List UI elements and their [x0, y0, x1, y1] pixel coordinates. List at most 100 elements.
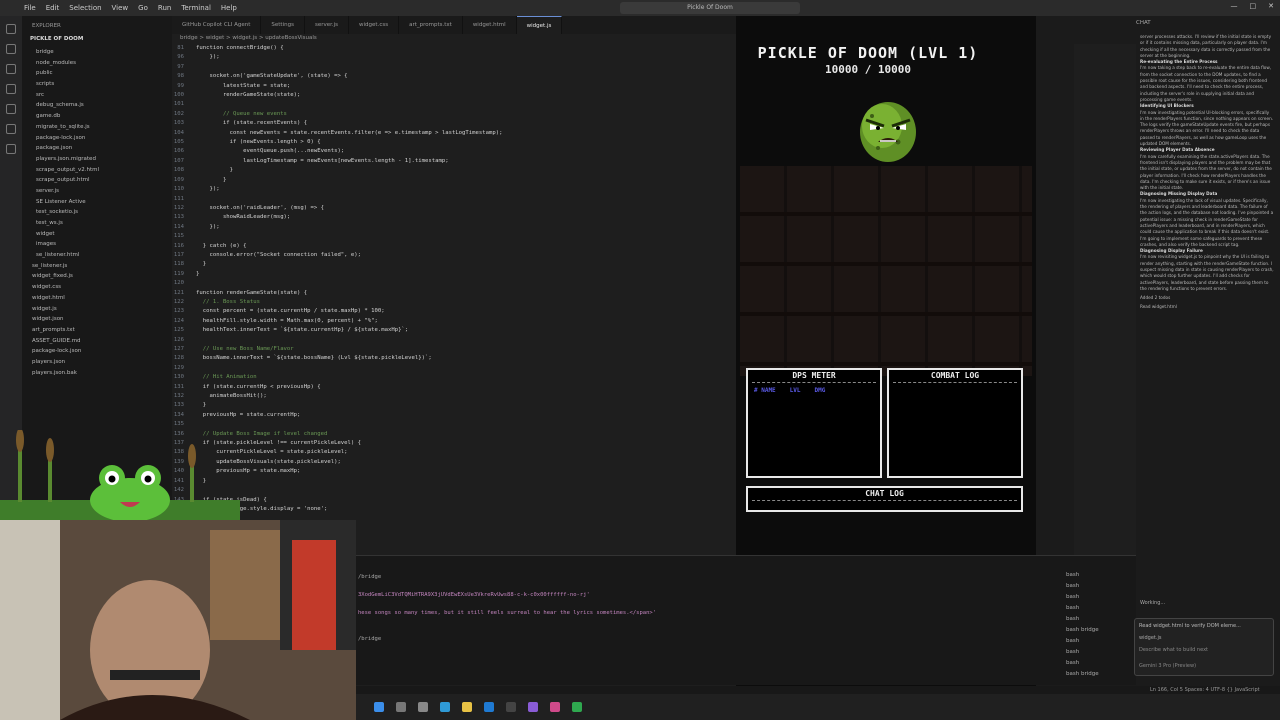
file-tree-item[interactable]: node_modules — [22, 58, 172, 69]
editor-tab[interactable]: Settings — [261, 16, 305, 34]
file-tree-item[interactable]: scrape_output_v2.html — [22, 165, 172, 176]
terminal-session[interactable]: bash — [1066, 570, 1136, 581]
file-tree-item[interactable]: src — [22, 90, 172, 101]
code-text: healthFill.style.width = Math.max(0, per… — [196, 317, 378, 324]
menu-view[interactable]: View — [112, 4, 129, 12]
menu-file[interactable]: File — [24, 4, 36, 12]
model-picker[interactable]: Gemini 3 Pro (Preview) — [1139, 663, 1269, 669]
file-tree-item[interactable]: package-lock.json — [22, 346, 172, 357]
explorer-icon[interactable] — [6, 24, 16, 34]
code-line: 131 if (state.currentHp < previousHp) { — [172, 383, 736, 392]
file-tree-item[interactable]: widget.css — [22, 282, 172, 293]
terminal-session[interactable]: bash — [1066, 658, 1136, 669]
app-icon[interactable] — [528, 702, 538, 712]
file-tree-item[interactable]: test_ws.js — [22, 218, 172, 229]
file-tree-item[interactable]: se_listener.html — [22, 250, 172, 261]
browser-icon[interactable] — [440, 702, 450, 712]
file-tree-item[interactable]: art_prompts.txt — [22, 325, 172, 336]
editor-tab[interactable]: widget.css — [349, 16, 400, 34]
run-debug-icon[interactable] — [6, 84, 16, 94]
menu-edit[interactable]: Edit — [46, 4, 60, 12]
maximize-icon[interactable]: □ — [1250, 2, 1257, 10]
terminal-icon[interactable] — [506, 702, 516, 712]
file-tree-item[interactable]: bridge — [22, 47, 172, 58]
terminal-session[interactable]: bash — [1066, 581, 1136, 592]
terminal-session[interactable]: bash — [1066, 603, 1136, 614]
attached-file[interactable]: widget.js — [1139, 635, 1269, 641]
editor-tab[interactable]: widget.js — [516, 16, 563, 34]
start-icon[interactable] — [374, 702, 384, 712]
file-tree-item[interactable]: widget.json — [22, 314, 172, 325]
terminal-session[interactable]: bash — [1066, 647, 1136, 658]
file-tree-item[interactable]: widget.js — [22, 304, 172, 315]
task-view-icon[interactable] — [418, 702, 428, 712]
terminal-session[interactable]: bash — [1066, 592, 1136, 603]
file-tree-item[interactable]: ASSET_GUIDE.md — [22, 336, 172, 347]
terminal-session[interactable]: bash bridge — [1066, 625, 1136, 636]
file-tree-item[interactable]: players.json.bak — [22, 368, 172, 379]
terminal-session[interactable]: bash — [1066, 636, 1136, 647]
line-number: 120 — [173, 280, 184, 287]
chrome-icon[interactable] — [462, 702, 472, 712]
line-number: 108 — [173, 167, 184, 174]
menu-terminal[interactable]: Terminal — [181, 4, 211, 12]
file-tree-item[interactable]: SE Listener Active — [22, 197, 172, 208]
app-icon[interactable] — [550, 702, 560, 712]
close-icon[interactable]: ✕ — [1268, 2, 1274, 10]
file-tree-item[interactable]: players.json.migrated — [22, 154, 172, 165]
editor-tab[interactable]: art_prompts.txt — [399, 16, 463, 34]
editor-tab[interactable]: GitHub Copilot CLI Agent — [172, 16, 262, 34]
extensions-icon[interactable] — [6, 104, 16, 114]
menu-help[interactable]: Help — [221, 4, 237, 12]
menu-go[interactable]: Go — [138, 4, 148, 12]
chat-input[interactable]: Describe what to build next — [1139, 647, 1269, 653]
source-control-icon[interactable] — [6, 64, 16, 74]
ai-step[interactable]: Added 2 todos — [1140, 295, 1274, 301]
search-icon[interactable] — [396, 702, 406, 712]
dps-columns: # NAME LVL DMG — [754, 387, 874, 394]
file-tree-item[interactable]: widget_fixed.js — [22, 271, 172, 282]
vscode-icon[interactable] — [484, 702, 494, 712]
terminal-panel[interactable]: /bridge 3XodGemLiC3VdTQMiHTRA9X3jUVdEwEX… — [356, 555, 1136, 685]
project-folder[interactable]: PICKLE OF DOOM — [22, 36, 172, 47]
chat-input-box[interactable]: Read widget.html to verify DOM eleme... … — [1134, 618, 1274, 676]
code-line: 125 healthText.innerText = `${state.curr… — [172, 326, 736, 335]
ai-step[interactable]: Read widget.html — [1140, 304, 1274, 310]
app-icon[interactable] — [572, 702, 582, 712]
file-tree-item[interactable]: game.db — [22, 111, 172, 122]
search-icon[interactable] — [6, 44, 16, 54]
file-tree-item[interactable]: debug_schema.js — [22, 100, 172, 111]
minimap[interactable] — [1074, 44, 1136, 564]
file-tree-item[interactable]: migrate_to_sqlite.js — [22, 122, 172, 133]
command-center-search[interactable]: Pickle Of Doom — [620, 2, 800, 14]
code-line: 121 function renderGameState(state) { — [172, 289, 736, 298]
file-tree-item[interactable]: server.js — [22, 186, 172, 197]
menu-selection[interactable]: Selection — [69, 4, 101, 12]
line-number: 105 — [173, 139, 184, 146]
code-editor[interactable]: 81 function connectBridge() {96 }); 97 98 s… — [172, 44, 736, 554]
terminal-line: 3XodGemLiC3VdTQMiHTRA9X3jUVdEwEXsUe3Vkre… — [358, 592, 590, 598]
terminal-session[interactable]: bash bridge — [1066, 669, 1136, 680]
terminal-session[interactable]: bash — [1066, 614, 1136, 625]
file-tree-item[interactable]: public — [22, 68, 172, 79]
file-tree-item[interactable]: se_listener.js — [22, 261, 172, 272]
editor-tab[interactable]: widget.html — [463, 16, 517, 34]
testing-icon[interactable] — [6, 144, 16, 154]
code-line: 110 }); — [172, 185, 736, 194]
file-tree-item[interactable]: widget.html — [22, 293, 172, 304]
editor-tab[interactable]: server.js — [305, 16, 350, 34]
breadcrumb[interactable]: bridge > widget > widget.js > updateBoss… — [180, 35, 317, 41]
file-tree-item[interactable]: widget — [22, 229, 172, 240]
file-tree-item[interactable]: scrape_output.html — [22, 175, 172, 186]
file-tree-item[interactable]: package-lock.json — [22, 133, 172, 144]
file-tree-item[interactable]: test_socketio.js — [22, 207, 172, 218]
file-tree-item[interactable]: images — [22, 239, 172, 250]
file-tree-item[interactable]: players.json — [22, 357, 172, 368]
code-line: 111 — [172, 195, 736, 204]
code-text: socket.on('raidLeader', (msg) => { — [196, 204, 324, 211]
minimize-icon[interactable]: — — [1231, 2, 1238, 10]
remote-icon[interactable] — [6, 124, 16, 134]
menu-run[interactable]: Run — [158, 4, 171, 12]
file-tree-item[interactable]: scripts — [22, 79, 172, 90]
file-tree-item[interactable]: package.json — [22, 143, 172, 154]
